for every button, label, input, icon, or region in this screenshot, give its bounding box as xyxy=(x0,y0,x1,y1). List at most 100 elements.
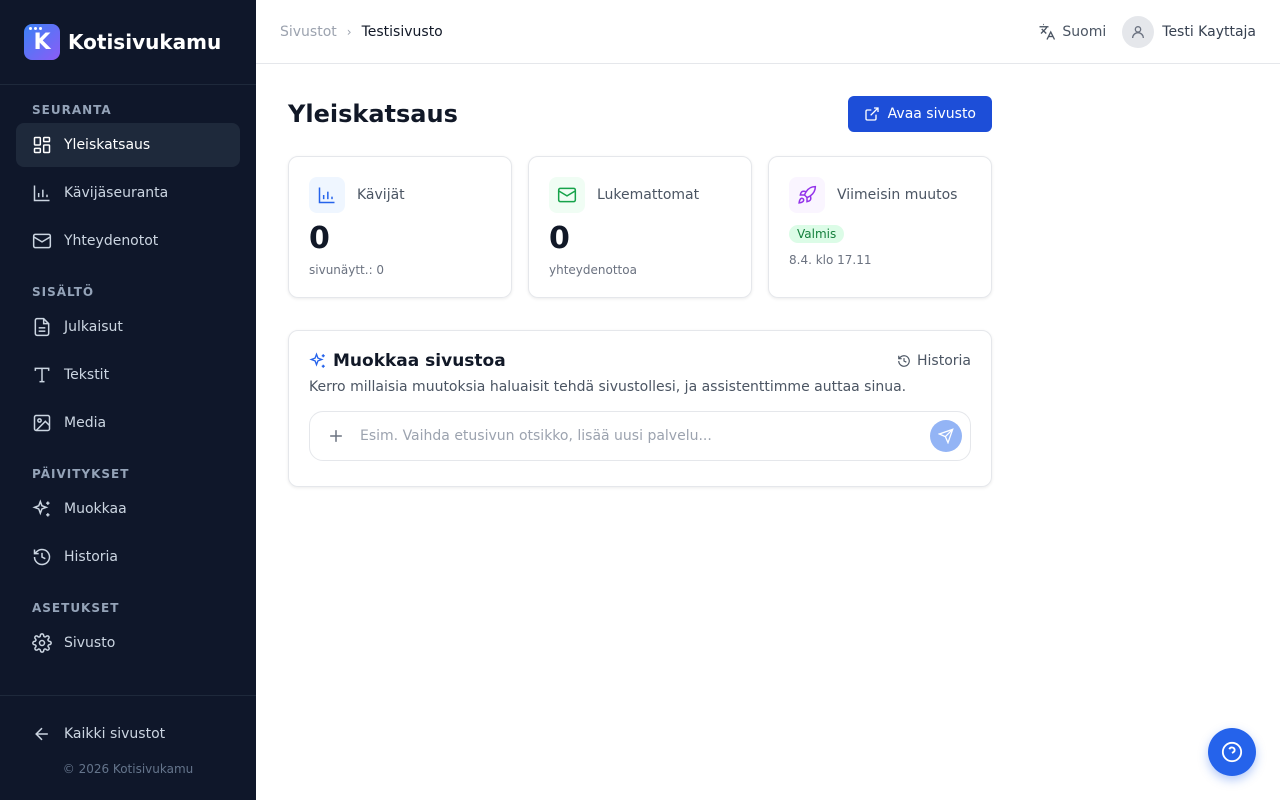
sidebar-item-label: Julkaisut xyxy=(64,319,123,335)
stat-icon-box xyxy=(549,177,585,213)
prompt-box xyxy=(309,411,971,461)
stat-card-visitors: Kävijät 0 sivunäytt.: 0 xyxy=(288,156,512,298)
edit-card-title: Muokkaa sivustoa xyxy=(333,351,506,371)
nav-section-seuranta: SEURANTA Yleiskatsaus Kävijäseuranta Yht… xyxy=(0,101,256,263)
history-label: Historia xyxy=(917,353,971,369)
sidebar-item-label: Yleiskatsaus xyxy=(64,137,151,153)
user-name: Testi Kayttaja xyxy=(1162,23,1256,40)
nav-section-asetukset: ASETUKSET Sivusto xyxy=(0,599,256,665)
sidebar-item-label: Kävijäseuranta xyxy=(64,185,169,201)
sidebar-item-julkaisut[interactable]: Julkaisut xyxy=(16,305,240,349)
sidebar-item-historia[interactable]: Historia xyxy=(16,535,240,579)
breadcrumb-sivustot[interactable]: Sivustot xyxy=(280,24,337,40)
edit-prompt-input[interactable] xyxy=(360,428,930,444)
translate-icon xyxy=(1039,23,1056,40)
main-content: Yleiskatsaus Avaa sivusto Kävijät 0 sivu… xyxy=(288,96,992,487)
stat-head: Kävijät xyxy=(309,177,491,213)
section-label: SISÄLTÖ xyxy=(32,285,95,299)
bar-chart-icon xyxy=(33,185,50,202)
user-icon xyxy=(1132,25,1145,38)
language-label: Suomi xyxy=(1062,23,1107,40)
brand[interactable]: K Kotisivukamu xyxy=(0,0,256,85)
sparkles-icon xyxy=(32,499,50,517)
stat-icon-box xyxy=(789,177,825,213)
dashboard-icon xyxy=(33,136,51,154)
stat-sub: sivunäytt.: 0 xyxy=(309,263,385,277)
bar-chart-icon xyxy=(318,187,335,204)
section-label: PÄIVITYKSET xyxy=(32,467,130,481)
sidebar-item-sivusto[interactable]: Sivusto xyxy=(16,621,240,665)
logo-dots xyxy=(29,27,42,30)
sidebar-item-yleiskatsaus[interactable]: Yleiskatsaus xyxy=(16,123,240,167)
plus-icon[interactable] xyxy=(326,426,346,446)
stat-sub: yhteydenottoa xyxy=(549,263,637,277)
send-icon xyxy=(938,428,954,444)
gear-icon xyxy=(32,633,52,653)
edit-card-description: Kerro millaisia muutoksia haluaisit tehd… xyxy=(309,379,907,395)
nav-section-sisalto: SISÄLTÖ Julkaisut Tekstit Media xyxy=(0,283,256,445)
sidebar-item-media[interactable]: Media xyxy=(16,401,240,445)
sidebar-item-label: Sivusto xyxy=(64,635,116,651)
stat-value: 0 xyxy=(549,221,570,256)
brand-logo: K xyxy=(24,24,60,60)
stat-card-last-change: Viimeisin muutos Valmis 8.4. klo 17.11 xyxy=(768,156,992,298)
language-switcher[interactable]: Suomi xyxy=(1038,23,1106,41)
sidebar-item-label: Tekstit xyxy=(64,367,110,383)
history-link[interactable]: Historia xyxy=(897,353,971,369)
document-icon xyxy=(34,317,50,337)
stat-label: Lukemattomat xyxy=(597,187,700,203)
stat-timestamp: 8.4. klo 17.11 xyxy=(789,253,872,267)
nav-section-paivitykset: PÄIVITYKSET Muokkaa Historia xyxy=(0,465,256,579)
title-row: Yleiskatsaus Avaa sivusto xyxy=(288,96,992,132)
logo-letter: K xyxy=(33,29,51,55)
breadcrumb-current: Testisivusto xyxy=(361,23,443,40)
mail-icon xyxy=(32,233,52,249)
sidebar-item-yhteydenotot[interactable]: Yhteydenotot xyxy=(16,219,240,263)
history-icon xyxy=(898,355,910,367)
stat-head: Viimeisin muutos xyxy=(789,177,971,213)
mail-icon xyxy=(557,187,577,203)
stat-label: Viimeisin muutos xyxy=(837,187,958,203)
stats-row: Kävijät 0 sivunäytt.: 0 Lukemattomat 0 y… xyxy=(288,156,992,298)
user-menu[interactable]: Testi Kayttaja xyxy=(1122,15,1256,48)
page-title: Yleiskatsaus xyxy=(288,100,458,128)
header-actions: Suomi Testi Kayttaja xyxy=(1038,15,1256,48)
text-icon xyxy=(34,367,50,383)
section-label: ASETUKSET xyxy=(32,601,120,615)
edit-site-card: Muokkaa sivustoa Historia Kerro millaisi… xyxy=(288,330,992,487)
sidebar-item-label: Historia xyxy=(64,549,118,565)
send-button[interactable] xyxy=(930,420,962,452)
stat-icon-box xyxy=(309,177,345,213)
breadcrumb: Sivustot › Testisivusto xyxy=(280,24,443,40)
sidebar-footer: Kaikki sivustot © 2026 Kotisivukamu xyxy=(0,695,256,800)
history-icon xyxy=(33,548,51,566)
external-link-icon xyxy=(864,107,879,121)
open-site-label: Avaa sivusto xyxy=(887,106,976,122)
status-badge: Valmis xyxy=(789,225,845,243)
help-button[interactable] xyxy=(1208,728,1256,776)
help-icon xyxy=(1221,741,1243,763)
sidebar: K Kotisivukamu SEURANTA Yleiskatsaus Käv… xyxy=(0,0,256,800)
avatar xyxy=(1122,15,1155,48)
copyright: © 2026 Kotisivukamu xyxy=(62,762,194,776)
back-to-all-sites-link[interactable]: Kaikki sivustot xyxy=(16,712,240,756)
sidebar-item-kavijaseuranta[interactable]: Kävijäseuranta xyxy=(16,171,240,215)
sidebar-item-tekstit[interactable]: Tekstit xyxy=(16,353,240,397)
stat-head: Lukemattomat xyxy=(549,177,731,213)
sidebar-item-label: Media xyxy=(64,415,107,431)
image-icon xyxy=(33,414,51,432)
stat-label: Kävijät xyxy=(357,187,405,203)
brand-name: Kotisivukamu xyxy=(68,30,222,54)
sidebar-item-label: Muokkaa xyxy=(64,501,127,517)
stat-value: 0 xyxy=(309,221,330,256)
chevron-right-icon: › xyxy=(346,24,352,39)
arrow-left-icon xyxy=(35,727,48,741)
sidebar-item-label: Yhteydenotot xyxy=(64,233,159,249)
open-site-button[interactable]: Avaa sivusto xyxy=(847,96,992,132)
sparkles-icon xyxy=(309,352,325,368)
rocket-icon xyxy=(798,185,817,204)
stat-card-unread: Lukemattomat 0 yhteydenottoa xyxy=(528,156,752,298)
back-label: Kaikki sivustot xyxy=(64,726,166,742)
edit-card-header: Muokkaa sivustoa Historia xyxy=(309,351,971,371)
sidebar-item-muokkaa[interactable]: Muokkaa xyxy=(16,487,240,531)
